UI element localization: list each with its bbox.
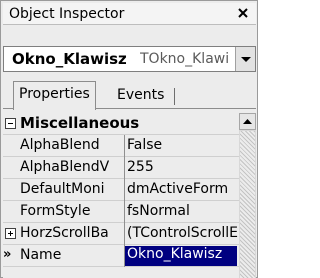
tab-divider: [174, 88, 175, 105]
property-row-name[interactable]: » Name Okno_Klawisz: [3, 245, 239, 267]
collapse-icon[interactable]: [5, 118, 16, 129]
property-name: Name: [20, 247, 62, 263]
property-name: DefaultMoni: [20, 181, 105, 197]
chevron-up-icon: [243, 119, 252, 124]
property-value[interactable]: (TControlScrollE: [127, 225, 239, 241]
object-inspector-window: Object Inspector Okno_Klawisz TOkno_Klaw…: [0, 0, 258, 278]
scroll-track[interactable]: [240, 131, 255, 278]
category-label: Miscellaneous: [20, 114, 140, 132]
vertical-scrollbar[interactable]: [239, 113, 256, 278]
window-title: Object Inspector: [9, 6, 125, 22]
tab-strip: Properties Events: [3, 75, 256, 110]
current-row-arrow-icon: »: [3, 247, 12, 262]
property-row-defaultmonitor[interactable]: DefaultMoni dmActiveForm: [3, 179, 239, 201]
expand-icon[interactable]: [5, 228, 16, 239]
property-name: HorzScrollBa: [20, 225, 109, 241]
property-name: AlphaBlend: [20, 137, 100, 153]
property-value[interactable]: fsNormal: [127, 203, 239, 219]
object-selector-combobox[interactable]: Okno_Klawisz TOkno_Klawi: [3, 46, 256, 72]
property-grid: Miscellaneous AlphaBlend False AlphaBlen…: [3, 113, 256, 278]
category-row-miscellaneous[interactable]: Miscellaneous: [3, 113, 239, 135]
property-row-horzscrollbar[interactable]: HorzScrollBa (TControlScrollE: [3, 223, 239, 245]
close-icon[interactable]: [235, 5, 251, 21]
property-row-alphablend[interactable]: AlphaBlend False: [3, 135, 239, 157]
title-bar: Object Inspector: [3, 3, 256, 25]
property-value-editor[interactable]: Okno_Klawisz: [125, 246, 237, 266]
property-value[interactable]: dmActiveForm: [127, 181, 239, 197]
property-row-formstyle[interactable]: FormStyle fsNormal: [3, 201, 239, 223]
chevron-down-icon: [241, 57, 251, 62]
tab-events[interactable]: Events: [113, 86, 168, 108]
scroll-up-button[interactable]: [239, 113, 256, 130]
tab-properties[interactable]: Properties: [13, 81, 96, 110]
selected-object-name: Okno_Klawisz: [12, 50, 127, 68]
property-value[interactable]: False: [127, 137, 239, 153]
property-value[interactable]: 255: [127, 159, 239, 175]
property-row-alphablendvalue[interactable]: AlphaBlendV 255: [3, 157, 239, 179]
selected-object-class: TOkno_Klawi: [140, 51, 230, 67]
property-name: FormStyle: [20, 203, 91, 219]
dropdown-button[interactable]: [235, 47, 255, 71]
property-name: AlphaBlendV: [20, 159, 110, 175]
